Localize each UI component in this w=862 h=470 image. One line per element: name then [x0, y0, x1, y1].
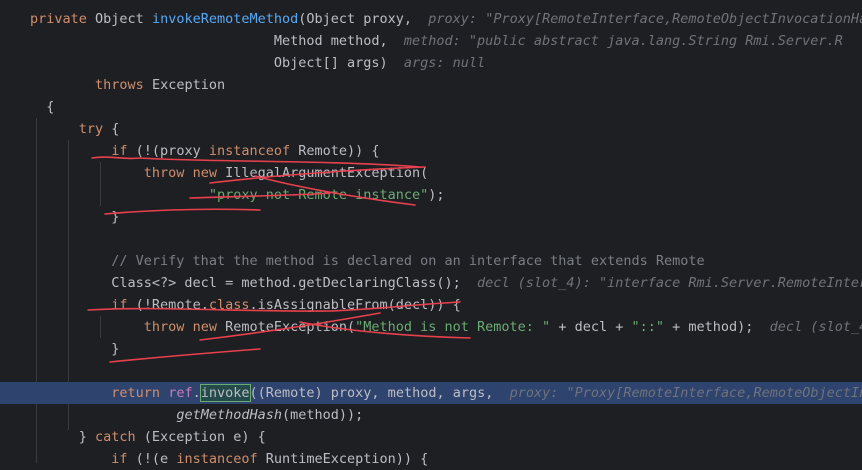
code-token: IllegalArgumentException(	[216, 165, 429, 181]
code-line[interactable]: throw new IllegalArgumentException(	[0, 162, 862, 184]
code-token: + decl +	[550, 319, 632, 335]
inline-debug-value: proxy: "Proxy[RemoteInterface,RemoteObje…	[428, 11, 862, 27]
code-line[interactable]: throw new RemoteException("Method is not…	[0, 316, 862, 338]
code-token: try	[78, 121, 104, 137]
code-line[interactable]: Class<?> decl = method.getDeclaringClass…	[0, 272, 862, 294]
code-token: // Verify that the method is declared on…	[111, 253, 705, 269]
code-token: }	[30, 209, 120, 225]
code-line[interactable]: if (!Remote.class.isAssignableFrom(decl)…	[0, 294, 862, 316]
code-token: invokeRemoteMethod	[151, 11, 299, 27]
code-token: RuntimeException)) {	[257, 451, 429, 467]
code-token: + method);	[664, 319, 770, 335]
code-token: if	[111, 451, 128, 467]
code-token: class	[208, 297, 250, 313]
code-token: instanceof	[208, 143, 291, 159]
code-token: .isAssignableFrom(decl)) {	[249, 297, 461, 313]
code-line[interactable]: } catch (Exception e) {	[0, 426, 862, 448]
code-line[interactable]: {	[0, 96, 862, 118]
code-line[interactable]: getMethodHash(method));	[0, 404, 862, 426]
code-token: Class<?> decl = method.getDeclaringClass…	[30, 275, 478, 291]
code-token: throw new	[143, 319, 217, 335]
code-token: throws	[95, 77, 144, 93]
code-token: getMethodHash	[176, 407, 282, 423]
code-token: }	[30, 429, 96, 445]
code-line[interactable]: try {	[0, 118, 862, 140]
code-token: Remote)) {	[290, 143, 380, 159]
execution-point-line[interactable]: return ref.invoke((Remote) proxy, method…	[0, 382, 862, 404]
code-token: ((Remote) proxy, method, args,	[249, 385, 510, 401]
inline-debug-value: method: "public abstract java.lang.Strin…	[403, 33, 843, 49]
code-token: (!(e	[127, 451, 177, 467]
code-line[interactable]: // Verify that the method is declared on…	[0, 250, 862, 272]
code-token: );	[428, 187, 445, 203]
code-token: catch	[95, 429, 136, 445]
inline-debug-value: decl (slot_4):	[769, 319, 862, 335]
code-line[interactable]: "proxy not Remote instance");	[0, 184, 862, 206]
code-line[interactable]	[0, 360, 862, 382]
code-line[interactable]: private Object invokeRemoteMethod(Object…	[0, 8, 862, 30]
code-editor[interactable]: private Object invokeRemoteMethod(Object…	[0, 0, 862, 467]
code-token: "::"	[631, 319, 664, 335]
code-line[interactable]: Method method, method: "public abstract …	[0, 30, 862, 52]
code-token: "Method is not Remote: "	[355, 319, 551, 335]
code-line[interactable]: Object[] args) args: null	[0, 52, 862, 74]
code-token: {	[30, 99, 55, 115]
code-line[interactable]: if (!(proxy instanceof Remote)) {	[0, 140, 862, 162]
code-token: {	[103, 121, 120, 137]
code-token: private	[30, 11, 87, 27]
code-token: return	[111, 385, 161, 401]
code-line[interactable]: }	[0, 206, 862, 228]
code-line[interactable]: if (!(e instanceof RuntimeException)) {	[0, 448, 862, 470]
code-token: RemoteException(	[216, 319, 356, 335]
code-token: Exception	[143, 77, 226, 93]
inline-debug-value: args: null	[403, 55, 486, 71]
inline-debug-value: proxy: "Proxy[RemoteInterface,RemoteObje…	[509, 385, 862, 401]
code-token: Object	[86, 11, 152, 27]
code-token: .	[192, 385, 201, 401]
code-token: ref	[168, 385, 193, 401]
inline-debug-value: decl (slot_4): "interface Rmi.Server.Rem…	[477, 275, 862, 291]
code-token: Method method,	[30, 33, 404, 49]
code-line[interactable]	[0, 228, 862, 250]
code-token: }	[30, 341, 120, 357]
code-token: instanceof	[176, 451, 258, 467]
code-token: (!Remote.	[127, 297, 209, 313]
code-line[interactable]: throws Exception	[0, 74, 862, 96]
code-token: Object[] args)	[30, 55, 404, 71]
code-token: (Object proxy,	[298, 11, 429, 27]
code-token: "proxy not Remote instance"	[208, 187, 429, 203]
code-token: if	[111, 297, 128, 313]
code-token: (method));	[281, 407, 364, 423]
code-token: (Exception e) {	[135, 429, 266, 445]
code-token: throw new	[143, 165, 217, 181]
code-token: invoke	[199, 384, 251, 402]
code-token: (!(proxy	[127, 143, 209, 159]
code-token: if	[111, 143, 128, 159]
code-line[interactable]: }	[0, 338, 862, 360]
